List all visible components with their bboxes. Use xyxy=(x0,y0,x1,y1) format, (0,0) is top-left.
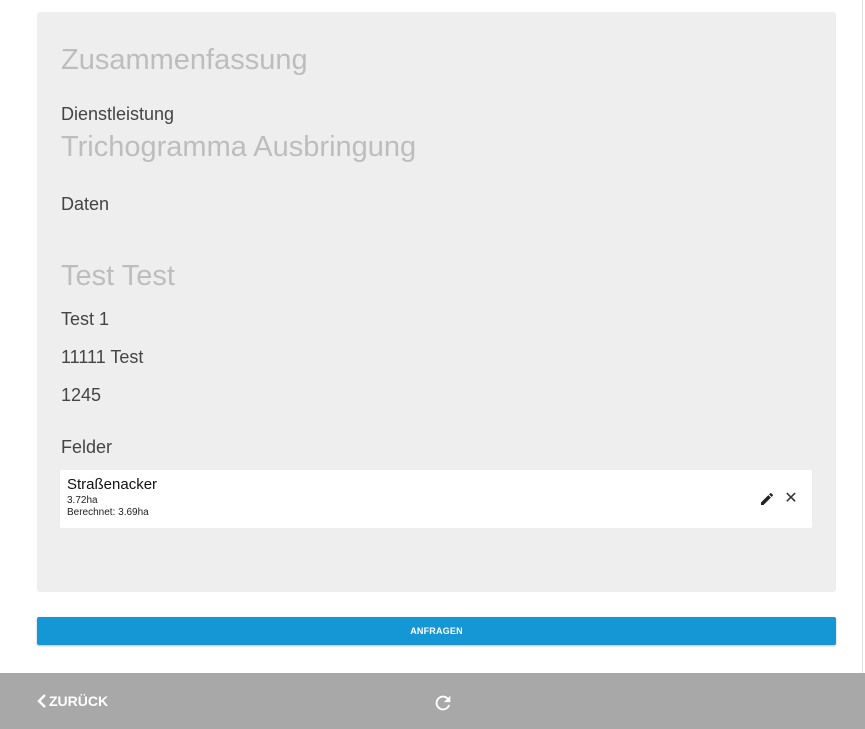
field-area: 3.72ha xyxy=(67,495,98,506)
summary-card: Zusammenfassung Dienstleistung Trichogra… xyxy=(37,12,836,592)
field-name: Straßenacker xyxy=(67,476,158,493)
close-icon: ✕ xyxy=(784,490,798,507)
edit-field-button[interactable] xyxy=(759,491,775,507)
summary-title: Zusammenfassung xyxy=(61,44,308,76)
back-button-label: ZURÜCK xyxy=(49,693,109,709)
field-calculated-area: Berechnet: 3.69ha xyxy=(67,507,149,518)
fields-label: Felder xyxy=(61,437,113,457)
data-label: Daten xyxy=(61,194,110,214)
address-line1: Test 1 xyxy=(61,309,110,329)
reload-button[interactable] xyxy=(432,692,454,714)
service-value: Trichogramma Ausbringung xyxy=(61,131,417,163)
pencil-icon xyxy=(761,492,774,505)
scroll-edge xyxy=(862,0,863,673)
reload-icon xyxy=(435,695,451,711)
person-name: Test Test xyxy=(61,260,175,292)
field-list-item: Straßenacker 3.72ha Berechnet: 3.69ha ✕ xyxy=(60,470,812,528)
chevron-left-icon xyxy=(37,694,46,708)
address-line2: 11111 Test xyxy=(61,347,144,367)
bottom-navigation-bar: ZURÜCK xyxy=(0,673,865,729)
back-button[interactable]: ZURÜCK xyxy=(36,673,108,729)
service-label: Dienstleistung xyxy=(61,104,175,124)
request-button[interactable]: ANFRAGEN xyxy=(37,617,836,645)
number-value: 1245 xyxy=(61,385,102,405)
remove-field-button[interactable]: ✕ xyxy=(782,490,800,508)
